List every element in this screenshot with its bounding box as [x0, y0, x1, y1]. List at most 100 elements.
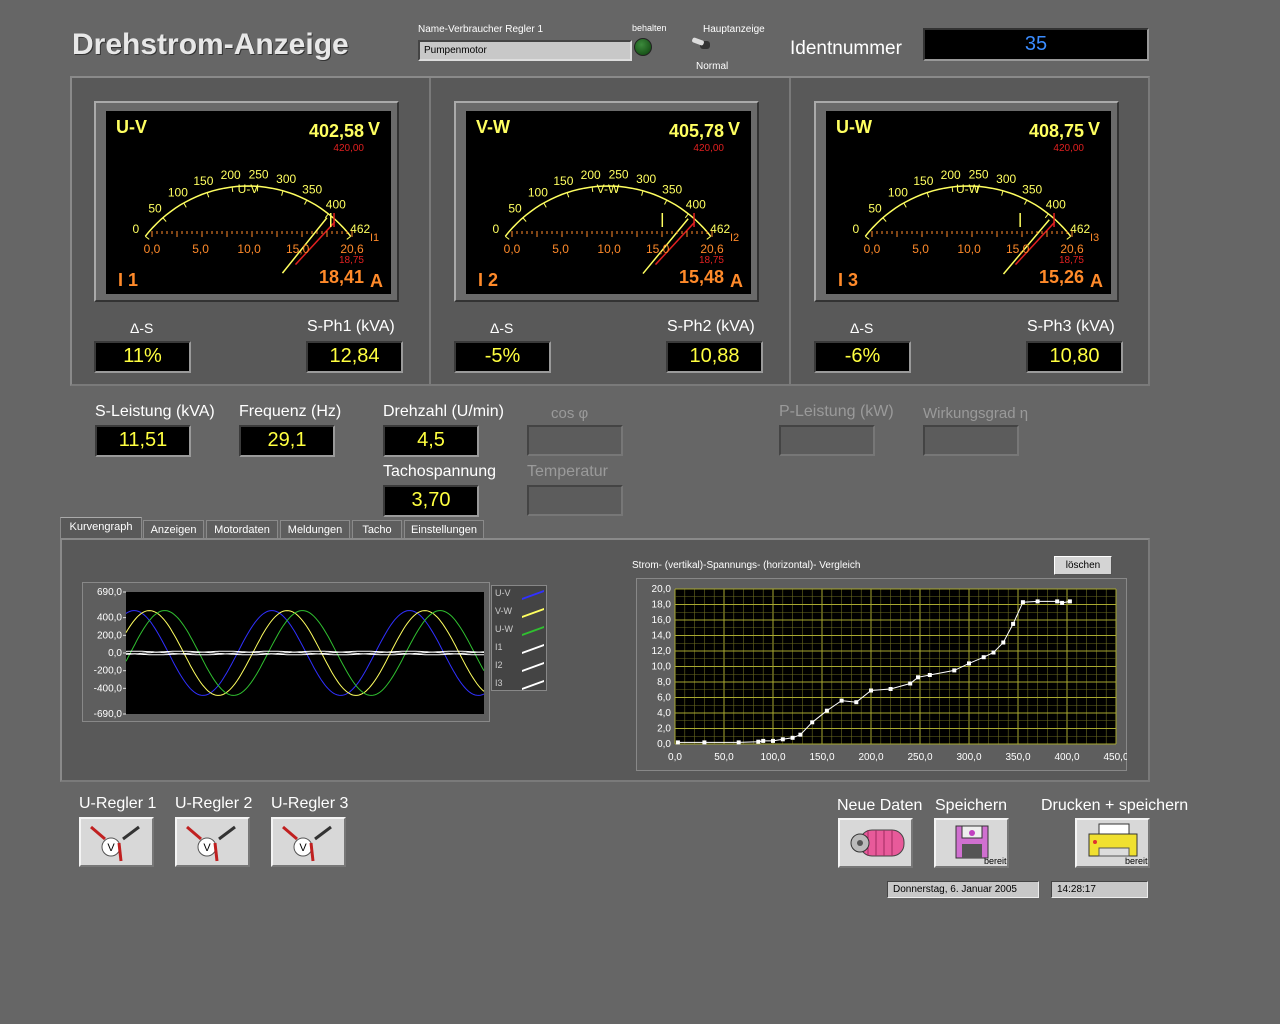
- voltage-value: 402,58: [309, 121, 364, 141]
- xy-point: [675, 740, 680, 745]
- efficiency-display: [923, 425, 1019, 456]
- volt-tick-label: 200: [941, 168, 961, 182]
- delta-s-label: Δ-S: [850, 320, 874, 336]
- svg-text:V: V: [107, 842, 115, 854]
- new-data-label: Neue Daten: [837, 797, 923, 814]
- amp-tick-label: 20,6: [1060, 242, 1084, 256]
- xy-chart[interactable]: 0,0 2,0 4,0 6,0 8,0 10,0 12,0 14,0 16,0 18,0 20,0 0…: [636, 578, 1127, 771]
- max-voltage: 420,00: [1053, 143, 1084, 154]
- tab-tacho[interactable]: Tacho: [352, 520, 402, 539]
- s-phase-display: 10,88: [666, 341, 763, 373]
- print-save-button[interactable]: bereit: [1075, 818, 1150, 868]
- volt-tick-label: 100: [888, 186, 908, 200]
- s-phase-label: S-Ph1 (kVA): [307, 318, 395, 335]
- temperature-label: Temperatur: [527, 463, 608, 480]
- controller-label: U-Regler 2: [175, 795, 253, 812]
- wave-y-tick: 400,0: [97, 613, 122, 624]
- volt-tick-label: 150: [553, 174, 573, 188]
- xy-point: [1011, 621, 1016, 626]
- tab-meldungen[interactable]: Meldungen: [280, 520, 350, 539]
- current-value: 18,41: [319, 267, 364, 287]
- volt-tick-label: 300: [276, 172, 296, 186]
- xy-x-tick: 100,0: [760, 752, 785, 763]
- wave-y-tick: 690,0: [97, 587, 122, 598]
- amp-tick-label: 20,6: [700, 242, 724, 256]
- print-status: bereit: [1125, 856, 1148, 866]
- new-data-button[interactable]: [838, 818, 913, 868]
- frequency-label: Frequenz (Hz): [239, 403, 342, 420]
- amp-tick-label: 10,0: [237, 242, 261, 256]
- controller-button-3[interactable]: V: [271, 817, 346, 867]
- xy-y-tick: 10,0: [652, 662, 672, 673]
- legend-item: U-V: [495, 588, 511, 598]
- controller-button-2[interactable]: V: [175, 817, 250, 867]
- waveform-legend[interactable]: [491, 585, 547, 691]
- wave-y-tick: 200,0: [97, 630, 122, 641]
- tab-kurvengraph[interactable]: Kurvengraph: [60, 517, 142, 539]
- xy-x-tick: 0,0: [668, 752, 682, 763]
- volt-tick-label: 100: [168, 186, 188, 200]
- xy-point: [702, 740, 707, 745]
- delta-s-display: 11%: [94, 341, 191, 373]
- cos-phi-label: cos φ: [551, 405, 589, 422]
- cos-phi-display: [527, 425, 623, 456]
- meter-1: 0 50 100 150 200 250 300 350 400 462 U-V 0,0 5,0 10,0…: [94, 101, 399, 302]
- ident-number-display[interactable]: 35: [923, 28, 1149, 61]
- amp-unit: A: [1090, 271, 1103, 291]
- xy-point: [824, 708, 829, 713]
- voltage-value: 405,78: [669, 121, 724, 141]
- max-current: 18,75: [699, 255, 724, 266]
- tab-einstellungen[interactable]: Einstellungen: [404, 520, 484, 539]
- s-phase-display: 10,80: [1026, 341, 1123, 373]
- rpm-display: 4,5: [383, 425, 479, 457]
- xy-point: [1035, 599, 1040, 604]
- controller-label: U-Regler 1: [79, 795, 157, 812]
- volt-tick-label: 462: [1070, 222, 1090, 236]
- xy-x-tick: 350,0: [1005, 752, 1030, 763]
- s-phase-display: 12,84: [306, 341, 403, 373]
- current-tag: I2: [730, 232, 739, 244]
- xy-point: [736, 740, 741, 745]
- amp-tick-label: 10,0: [597, 242, 621, 256]
- xy-x-tick: 250,0: [907, 752, 932, 763]
- keep-label: behalten: [632, 23, 667, 33]
- p-power-label: P-Leistung (kW): [779, 403, 894, 420]
- consumer-name-input[interactable]: Pumpenmotor: [418, 40, 632, 61]
- controller-button-1[interactable]: V: [79, 817, 154, 867]
- xy-x-tick: 400,0: [1054, 752, 1079, 763]
- xy-point: [780, 737, 785, 742]
- save-button[interactable]: bereit: [934, 818, 1009, 868]
- svg-text:V: V: [299, 842, 307, 854]
- keep-led[interactable]: [634, 38, 652, 56]
- meter-dial-3: 0 50 100 150 200 250 300 350 400 462 U-W 0,0 5,0 10,0…: [826, 111, 1111, 294]
- xy-point: [1020, 600, 1025, 605]
- tab-motordaten[interactable]: Motordaten: [206, 520, 278, 539]
- xy-point: [1055, 599, 1060, 604]
- xy-point: [952, 668, 957, 673]
- amp-tick-label: 15,0: [646, 242, 670, 256]
- s-power-label: S-Leistung (kVA): [95, 403, 215, 420]
- volt-tick-label: 300: [636, 172, 656, 186]
- waveform-chart[interactable]: 690,0 400,0 200,0 0,0 -200,0 -400,0 -690,0: [82, 582, 490, 722]
- amp-tick-label: 5,0: [552, 242, 569, 256]
- xy-y-tick: 16,0: [652, 615, 672, 626]
- s-power-display: 11,51: [95, 425, 191, 457]
- dial-phase-label: V-W: [597, 182, 620, 196]
- current-tag: I3: [1090, 232, 1099, 244]
- phase-label: U-V: [116, 117, 147, 137]
- tacho-display: 3,70: [383, 485, 479, 517]
- meter-2: 0 50 100 150 200 250 300 350 400 462 V-W 0,0 5,0 10,0…: [454, 101, 759, 302]
- amp-tick-label: 0,0: [864, 242, 881, 256]
- status-time: 14:28:17: [1051, 881, 1148, 898]
- volt-unit: V: [1088, 119, 1100, 139]
- s-phase-label: S-Ph3 (kVA): [1027, 318, 1115, 335]
- volt-tick-label: 400: [326, 197, 346, 211]
- xy-x-tick: 450,0: [1103, 752, 1127, 763]
- dial-phase-label: U-W: [956, 182, 981, 196]
- volt-tick-label: 100: [528, 186, 548, 200]
- tab-anzeigen[interactable]: Anzeigen: [143, 520, 204, 539]
- print-save-label: Drucken + speichern: [1041, 797, 1189, 814]
- current-tag: I1: [370, 232, 379, 244]
- main-display-toggle[interactable]: [691, 37, 714, 51]
- clear-button[interactable]: löschen: [1054, 556, 1112, 575]
